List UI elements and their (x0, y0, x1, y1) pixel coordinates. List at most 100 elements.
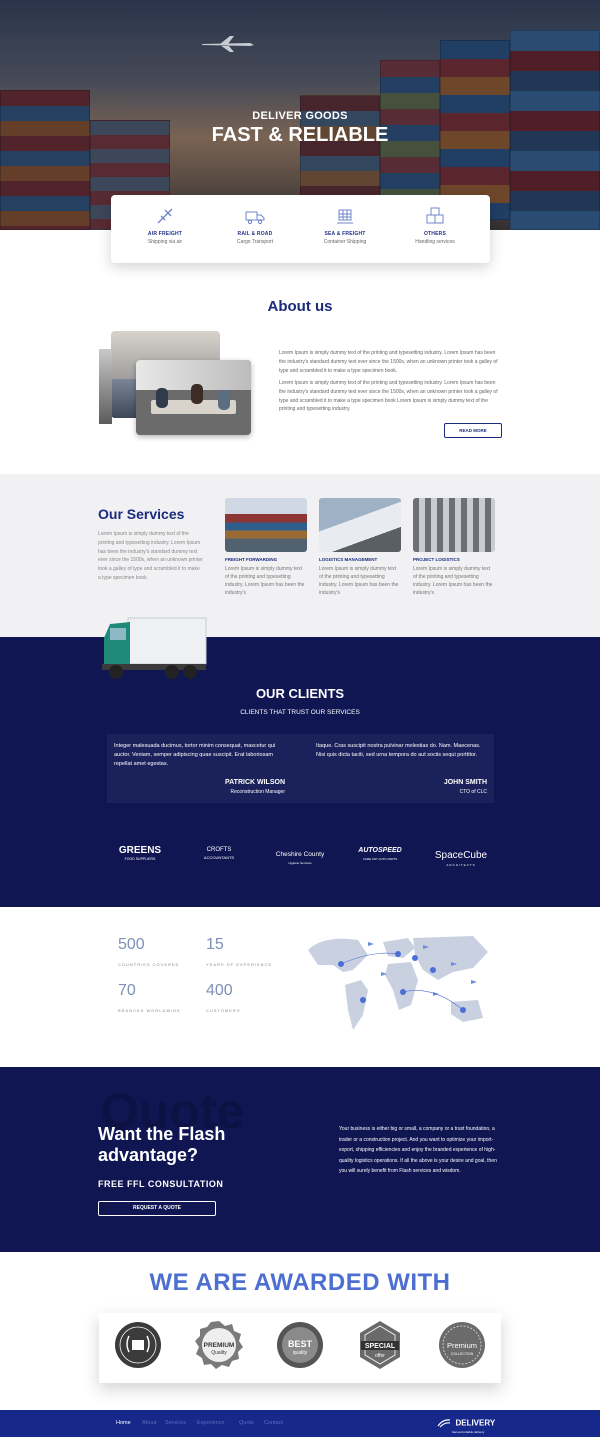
service-card-title: FREIGHT FORWARDING (225, 557, 278, 562)
badge-sub: Quality (211, 1350, 227, 1356)
cta-section (0, 1067, 600, 1252)
service-sub: Cargo Transport (236, 239, 274, 245)
service-rail-road[interactable]: RAIL & ROAD Cargo Transport (208, 205, 302, 245)
badge-main: PREMIUM (204, 1342, 235, 1349)
footer (0, 1410, 600, 1437)
logo-greens-sub: FOOD SUPPLIERS (124, 857, 156, 861)
cta-text: Your business is either big or small, a … (339, 1126, 497, 1174)
service-card-title: LOGISTICS MANAGEMENT (319, 557, 378, 562)
stat-label: CUSTOMERS (206, 1008, 241, 1013)
cta-subtitle: FREE FFL CONSULTATION (98, 1179, 224, 1189)
about-image-side (99, 349, 112, 424)
service-sub: Handling services (415, 239, 455, 245)
service-sub: Container Shipping (323, 239, 367, 245)
service-card-text: Lorem Ipsum is simply dummy text of the … (319, 566, 399, 596)
logo-autospeed-sub: CARE ANY AUTO PARTS (362, 857, 398, 861)
logo-spacecube: SpaceCube ARCHITECTS (432, 845, 490, 867)
hero-subtitle: DELIVER GOODS (252, 110, 348, 122)
about-paragraph-1: Lorem Ipsum is simply dummy text of the … (279, 350, 498, 374)
badge-main: Premium (447, 1341, 477, 1350)
ship-icon (337, 209, 353, 224)
cta-title: Want the Flash advantage? (98, 1124, 226, 1165)
stat-label: COUNTRIES COVERED (118, 962, 180, 967)
service-card-text: Lorem Ipsum is simply dummy text of the … (225, 566, 305, 596)
logo-autospeed: AUTOSPEED CARE ANY AUTO PARTS (354, 845, 406, 861)
our-services-text: Lorem Ipsum is simply dummy text of the … (98, 531, 203, 581)
testimonial-name: PATRICK WILSON (224, 779, 285, 786)
award-special-offer-icon: SPECIAL offer (360, 1321, 400, 1369)
testimonial-role: Reconstruction Manager (230, 789, 285, 795)
service-sea-freight[interactable]: SEA & FREIGHT Container Shipping (298, 205, 392, 245)
awards-title: WE ARE AWARDED WITH (149, 1269, 451, 1296)
stat-label: BRANCES WORLDWIDE (118, 1008, 181, 1013)
footer-nav-home[interactable]: Home (116, 1420, 131, 1426)
logo-autospeed-name: AUTOSPEED (358, 847, 402, 854)
service-air-freight[interactable]: AIR FREIGHT Shipping via air (118, 205, 212, 245)
stat-value: 500 (118, 936, 145, 953)
airplane-icon (202, 36, 254, 52)
logo-crofts: CROFTS ACCOUNTANTS (193, 845, 245, 860)
footer-nav-contact[interactable]: Contact (264, 1420, 283, 1426)
service-card-title: PROJECT LOGISTICS (413, 557, 460, 562)
stat-label: YEARS OF EXPERIENCE (206, 962, 273, 967)
logo-crofts-name: CROFTS (206, 847, 232, 853)
service-card-image (319, 498, 401, 552)
logo-cheshire: Cheshire County Hygiene Services (272, 845, 328, 865)
badge-main: SPECIAL (365, 1343, 396, 1350)
stat-value: 400 (206, 982, 233, 999)
service-sub: Shipping via air (147, 239, 183, 245)
badge-sub: offer (375, 1353, 385, 1359)
award-best-quality-icon: BEST quality (277, 1322, 323, 1368)
footer-nav-experience[interactable]: Experience (197, 1420, 225, 1426)
truck-image (102, 617, 207, 679)
logo-spacecube-sub: ARCHITECTS (446, 863, 476, 867)
logo-greens-name: GREENS (118, 845, 162, 856)
our-services-title: Our Services (98, 506, 185, 522)
services-bar: AIR FREIGHT Shipping via air RAIL & ROAD… (111, 195, 490, 263)
logo-spacecube-name: SpaceCube (434, 850, 488, 861)
testimonial-quote: Integer malesuada ducimus, tortor minim … (114, 743, 276, 767)
logo-cheshire-sub: Hygiene Services (288, 861, 312, 865)
service-card-project[interactable]: PROJECT LOGISTICS Lorem Ipsum is simply … (413, 498, 495, 597)
badge-sub: COLLECTION (451, 1352, 474, 1356)
testimonial-role: CTO of CLC (459, 789, 487, 795)
clients-title: OUR CLIENTS (255, 686, 345, 701)
service-card-logistics[interactable]: LOGISTICS MANAGEMENT Lorem Ipsum is simp… (319, 498, 401, 597)
boxes-icon (426, 207, 444, 224)
footer-nav-about[interactable]: About (142, 1420, 156, 1426)
hero-title: FAST & RELIABLE (211, 124, 389, 146)
footer-brand-sub: fast and reliable delivery (452, 1430, 485, 1434)
service-card-image (413, 498, 495, 552)
testimonial-name: JOHN SMITH (443, 779, 487, 786)
about-paragraph-2: Lorem Ipsum is simply dummy text of the … (279, 380, 498, 413)
world-map-image (308, 936, 488, 1030)
plane-icon (157, 208, 173, 224)
footer-nav-services[interactable]: Services (165, 1420, 186, 1426)
about-title: About us (267, 298, 333, 315)
service-label: AIR FREIGHT (147, 231, 183, 237)
stat-value: 70 (118, 982, 136, 999)
service-card-freight[interactable]: FREIGHT FORWARDING Lorem Ipsum is simply… (225, 498, 307, 597)
clients-subtitle: CLIENTS THAT TRUST OUR SERVICES (240, 709, 360, 716)
service-label: RAIL & ROAD (237, 231, 273, 237)
service-card-text: Lorem Ipsum is simply dummy text of the … (413, 566, 493, 596)
logo-greens: GREENS FOOD SUPPLIERS (114, 845, 166, 861)
badge-main: BEST (288, 1339, 313, 1349)
footer-nav-quote[interactable]: Quote (239, 1420, 254, 1426)
footer-brand[interactable]: DELIVERY fast and reliable delivery (437, 1414, 495, 1434)
award-laurel-badge-icon (115, 1322, 161, 1368)
about-image-office (136, 360, 251, 435)
service-label: SEA & FREIGHT (324, 231, 366, 237)
footer-brand-name: DELIVERY (455, 1418, 496, 1428)
testimonial-quote: Itaque. Cras suscipit nostra pulvinar mo… (316, 743, 481, 758)
service-others[interactable]: OTHERS Handling services (388, 205, 482, 245)
delivery-logo-icon (437, 1419, 451, 1428)
award-premium-quality-icon: PREMIUM Quality (195, 1321, 243, 1369)
badge-sub: quality (293, 1350, 308, 1356)
read-more-button[interactable]: READ MORE (444, 423, 502, 438)
stat-value: 15 (206, 936, 224, 953)
request-quote-button[interactable]: REQUEST A QUOTE (98, 1201, 216, 1216)
service-card-image (225, 498, 307, 552)
truck-icon (245, 211, 265, 225)
logo-crofts-sub: ACCOUNTANTS (203, 855, 235, 860)
